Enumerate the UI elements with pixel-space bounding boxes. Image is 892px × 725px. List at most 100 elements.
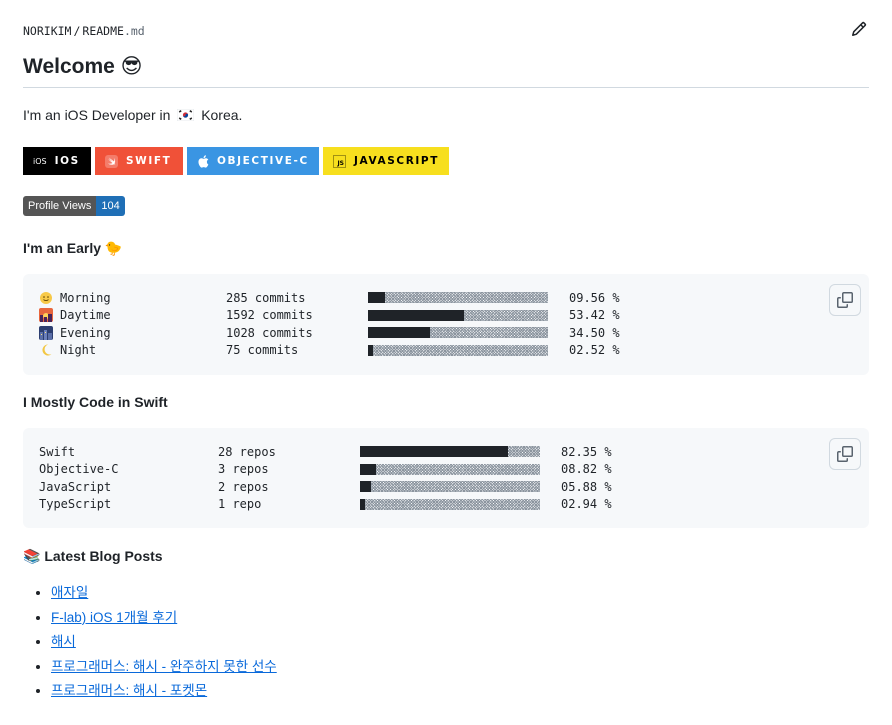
copy-icon <box>837 446 853 462</box>
commit-time-label-text: Daytime <box>60 308 111 323</box>
profile-views-badge[interactable]: Profile Views 104 <box>23 196 125 216</box>
commit-time-bar-fill <box>368 327 430 339</box>
commit-time-row: Night 75 commits 02.52 % <box>39 342 853 360</box>
commit-time-bar-empty <box>464 309 548 321</box>
breadcrumb-file-ext: .md <box>123 24 145 38</box>
language-bar-empty <box>508 446 540 458</box>
commit-time-label-text: Morning <box>60 290 111 305</box>
language-label-text: TypeScript <box>39 497 112 512</box>
apple-icon <box>197 154 209 168</box>
language-bar <box>360 446 540 458</box>
commit-time-bar-empty <box>385 292 548 304</box>
blog-post-link[interactable]: 프로그래머스: 해시 - 포켓몬 <box>51 683 207 698</box>
blog-post-link[interactable]: 해시 <box>51 634 76 649</box>
language-percent: 08.82 % <box>561 462 612 477</box>
ios-icon: iOS <box>33 156 47 166</box>
commit-time-bar <box>368 327 548 339</box>
early-heading: I'm an Early 🐤 <box>23 240 123 256</box>
copy-button[interactable] <box>829 438 861 470</box>
readme-header: NORIKIM / README.md <box>23 21 869 40</box>
blog-post-item: 해시 <box>51 631 277 656</box>
commit-time-bar-empty <box>373 344 548 356</box>
commit-time-codeblock: Morning 285 commits 09.56 % Daytime 1592 com… <box>23 274 869 375</box>
commit-time-count: 1592 commits <box>226 308 313 323</box>
city-sunset-icon <box>39 308 53 323</box>
commit-time-bar <box>368 344 548 356</box>
commit-time-bar-empty <box>430 327 548 339</box>
badge-javascript[interactable]: JS JAVASCRIPT <box>323 147 449 175</box>
commit-time-label: Morning <box>39 291 226 305</box>
javascript-icon: JS <box>333 154 346 168</box>
languages-heading: I Mostly Code in Swift <box>23 394 168 410</box>
blog-post-link[interactable]: F-lab) iOS 1개월 후기 <box>51 610 177 625</box>
language-label: JavaScript <box>39 480 218 494</box>
blog-post-item: 애자일 <box>51 582 277 607</box>
pencil-icon <box>851 21 867 37</box>
commit-time-bar-fill <box>368 309 464 321</box>
tech-badges: iOS IOS SWIFT OBJECTIVE-C JS JAVASCRIPT <box>23 147 449 175</box>
commit-time-count: 1028 commits <box>226 325 313 340</box>
badge-ios[interactable]: iOS IOS <box>23 147 91 175</box>
language-bar <box>360 498 540 510</box>
language-row: Swift 28 repos 82.35 % <box>39 443 853 461</box>
breadcrumb: NORIKIM / README.md <box>23 24 145 38</box>
language-count: 3 repos <box>218 462 269 477</box>
language-count: 1 repo <box>218 497 262 512</box>
badge-objective-c[interactable]: OBJECTIVE-C <box>187 147 319 175</box>
commit-time-percent: 53.42 % <box>569 308 620 323</box>
badge-swift[interactable]: SWIFT <box>95 147 183 175</box>
commit-time-row: Daytime 1592 commits 53.42 % <box>39 307 853 325</box>
blog-post-link[interactable]: 프로그래머스: 해시 - 완주하지 못한 선수 <box>51 659 277 674</box>
badge-label: JAVASCRIPT <box>354 155 439 167</box>
sun-face-icon <box>40 291 52 304</box>
swift-icon <box>105 154 118 168</box>
copy-button[interactable] <box>829 284 861 316</box>
language-percent: 82.35 % <box>561 444 612 459</box>
intro-before: I'm an iOS Developer in <box>23 107 171 123</box>
blog-post-item: 프로그래머스: 해시 - 완주하지 못한 선수 <box>51 656 277 681</box>
edit-button[interactable] <box>851 21 869 39</box>
badge-label: OBJECTIVE-C <box>217 155 309 167</box>
breadcrumb-separator: / <box>73 24 81 38</box>
commit-time-row: Evening 1028 commits 34.50 % <box>39 324 853 342</box>
blog-heading: 📚 Latest Blog Posts <box>23 548 163 564</box>
breadcrumb-owner[interactable]: NORIKIM <box>23 24 71 38</box>
badge-label: IOS <box>54 155 80 167</box>
commit-time-label: Evening <box>39 325 226 340</box>
language-label-text: Swift <box>39 444 76 459</box>
commit-time-percent: 09.56 % <box>569 290 620 305</box>
commit-time-label: Night <box>39 343 226 357</box>
commit-time-label-text: Evening <box>60 325 111 340</box>
commit-time-row: Morning 285 commits 09.56 % <box>39 289 853 307</box>
languages-codeblock: Swift 28 repos 82.35 % Objective-C 3 repos 08… <box>23 428 869 528</box>
blog-post-item: 프로그래머스: 해시 - 포켓몬 <box>51 680 277 705</box>
blog-post-item: F-lab) iOS 1개월 후기 <box>51 607 277 632</box>
intro-after: Korea. <box>201 107 243 123</box>
language-bar <box>360 481 540 493</box>
language-bar-fill <box>360 481 371 493</box>
commit-time-percent: 34.50 % <box>569 325 620 340</box>
commit-time-bar <box>368 292 548 304</box>
language-rows: Swift 28 repos 82.35 % Objective-C 3 repos 08… <box>39 443 853 513</box>
profile-views-label: Profile Views <box>23 196 97 216</box>
language-row: TypeScript 1 repo 02.94 % <box>39 496 853 514</box>
commit-time-count: 285 commits <box>226 290 306 305</box>
language-label-text: JavaScript <box>39 479 112 494</box>
commit-time-count: 75 commits <box>226 343 299 358</box>
readme-title: Welcome 😎 <box>23 54 869 88</box>
copy-icon <box>837 292 853 308</box>
language-percent: 05.88 % <box>561 479 612 494</box>
commit-time-label: Daytime <box>39 308 226 323</box>
language-bar <box>360 463 540 475</box>
commit-time-label-text: Night <box>60 343 97 358</box>
language-bar-fill <box>360 463 376 475</box>
commit-time-percent: 02.52 % <box>569 343 620 358</box>
commit-time-rows: Morning 285 commits 09.56 % Daytime 1592 com… <box>39 289 853 359</box>
breadcrumb-file: README <box>82 24 124 38</box>
readme-frame: NORIKIM / README.md Welcome 😎 I'm an iOS D… <box>0 0 892 725</box>
blog-post-link[interactable]: 애자일 <box>51 585 88 600</box>
language-count: 2 repos <box>218 479 269 494</box>
language-label: TypeScript <box>39 497 218 511</box>
korea-flag-icon <box>177 109 195 121</box>
crescent-moon-icon <box>42 344 52 356</box>
